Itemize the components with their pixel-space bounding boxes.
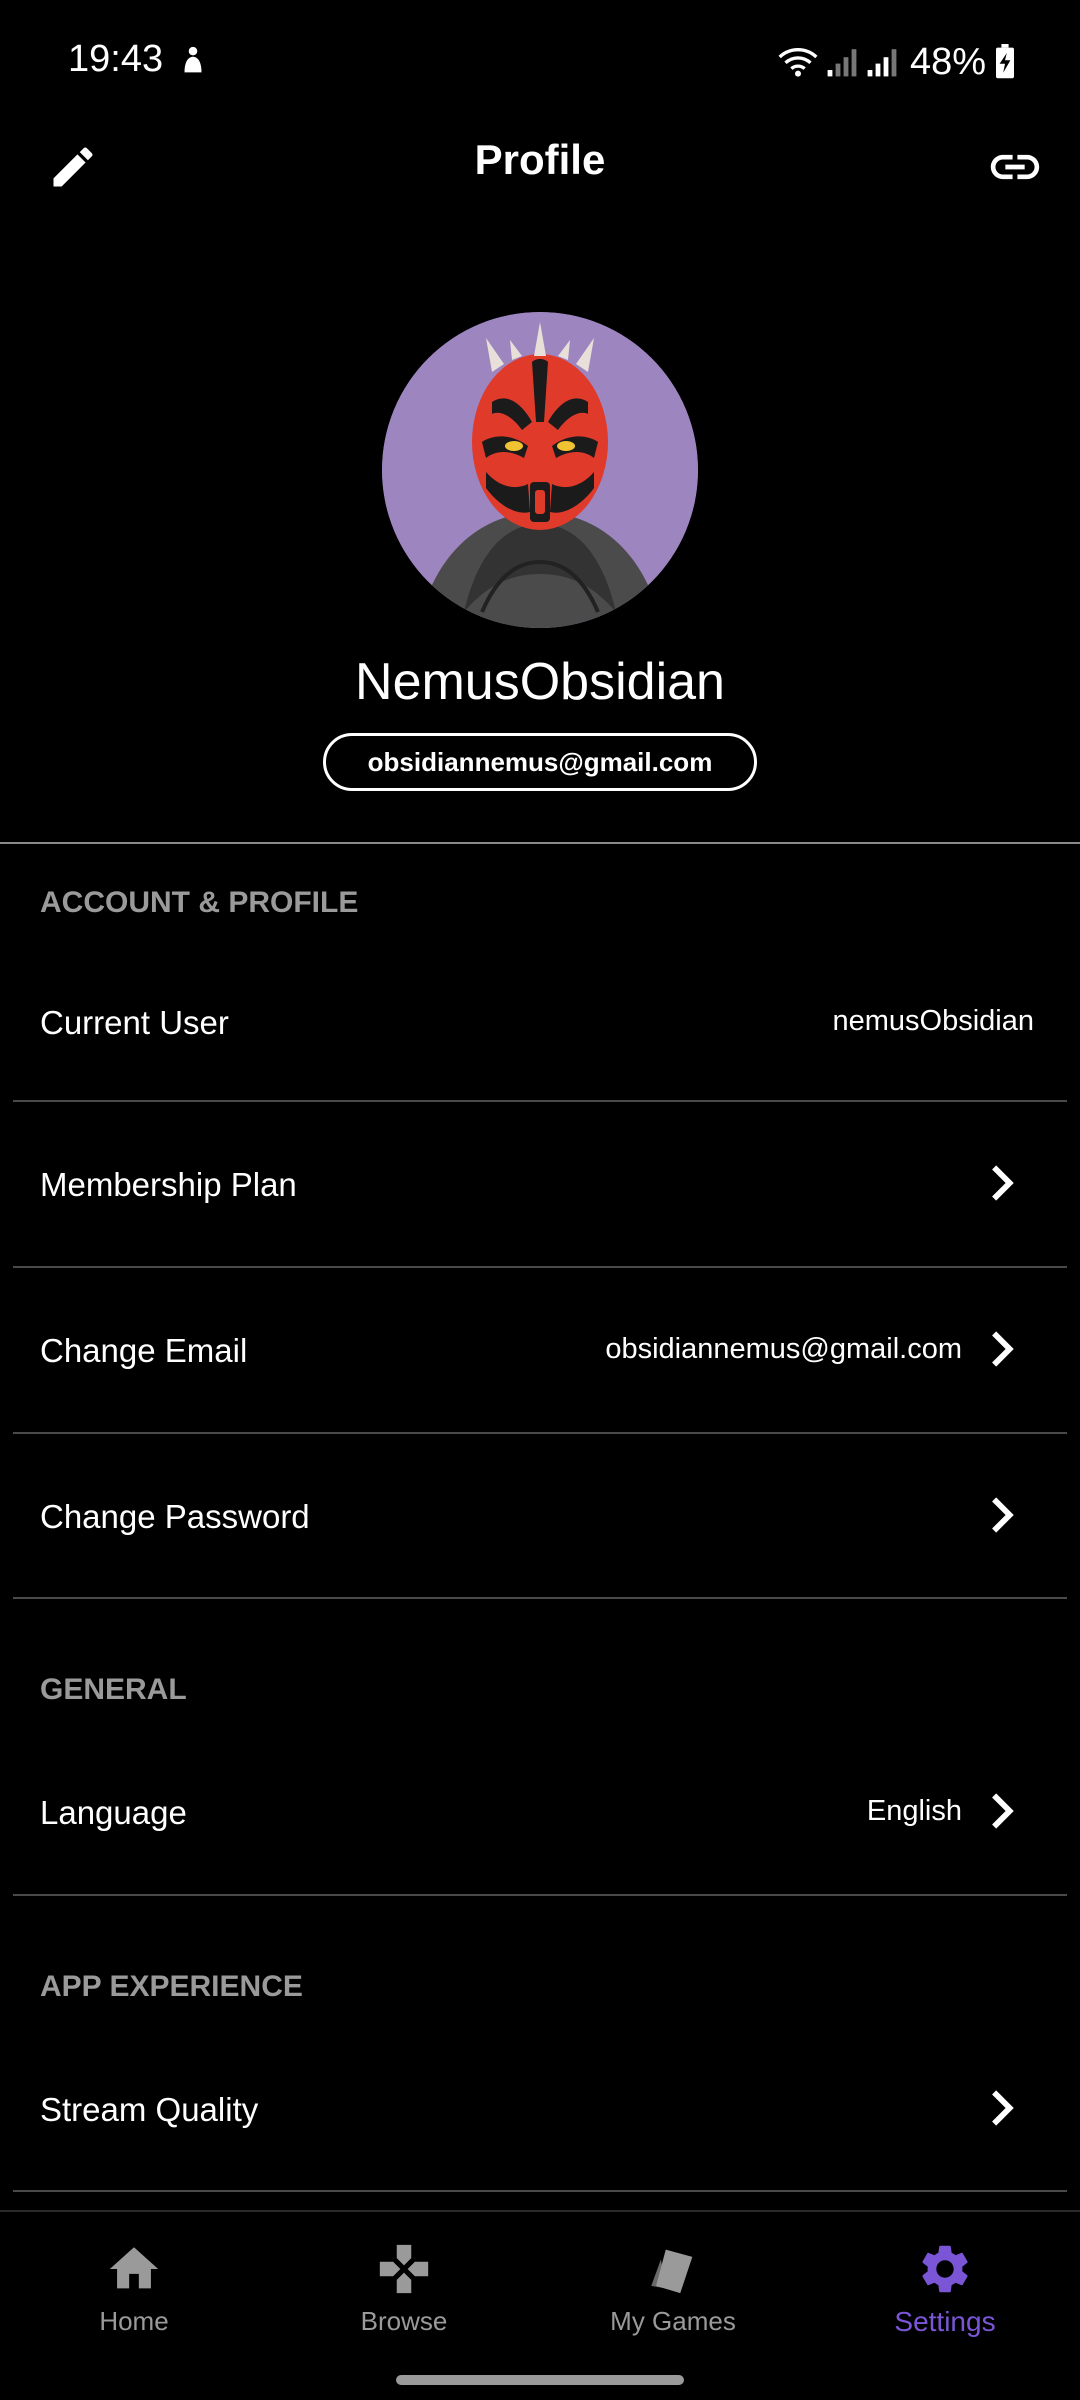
change-password-label: Change Password [40, 1497, 310, 1535]
language-row[interactable]: Language English [0, 1730, 1080, 1895]
language-value: English [866, 1794, 962, 1827]
divider [13, 1894, 1067, 1896]
divider [13, 1597, 1067, 1599]
nav-my-games-label: My Games [610, 2306, 736, 2336]
nav-browse[interactable]: Browse [304, 2240, 504, 2350]
divider [0, 842, 1080, 844]
nav-browse-label: Browse [360, 2306, 448, 2336]
battery-percent: 48% [909, 40, 986, 83]
membership-plan-label: Membership Plan [40, 1165, 297, 1203]
home-indicator[interactable] [396, 2375, 684, 2385]
home-icon [109, 2247, 159, 2289]
section-heading-app-experience: APP EXPERIENCE [40, 1970, 303, 2003]
gear-icon [922, 2245, 968, 2293]
change-password-row[interactable]: Change Password [0, 1434, 1080, 1599]
nav-settings-label: Settings [894, 2306, 996, 2337]
bottom-navigation: Home Browse My Games Settings [0, 2210, 1080, 2400]
nav-home[interactable]: Home [34, 2240, 234, 2350]
avatar[interactable] [382, 312, 698, 628]
chevron-right-icon [992, 1496, 1014, 1533]
current-user-label: Current User [40, 1003, 229, 1041]
membership-plan-row[interactable]: Membership Plan [0, 1102, 1080, 1267]
dnd-icon [184, 46, 202, 73]
top-app-bar: Profile [0, 124, 1080, 264]
avatar-image [382, 312, 698, 628]
status-time: 19:43 [68, 38, 164, 80]
change-email-row[interactable]: Change Email obsidiannemus@gmail.com [0, 1268, 1080, 1433]
cards-icon [651, 2249, 693, 2294]
nav-home-label: Home [99, 2306, 169, 2336]
stream-quality-row[interactable]: Stream Quality [0, 2027, 1080, 2192]
status-icons: 48% [778, 40, 1016, 84]
signal-icon [867, 49, 897, 77]
link-icon [990, 154, 1040, 180]
profile-name: NemusObsidian [355, 653, 725, 711]
battery-charging-icon [996, 44, 1014, 79]
change-email-value: obsidiannemus@gmail.com [605, 1332, 962, 1365]
share-link-button[interactable] [980, 134, 1050, 200]
section-heading-general: GENERAL [40, 1673, 187, 1706]
change-email-label: Change Email [40, 1331, 248, 1369]
chevron-right-icon [992, 1330, 1014, 1367]
current-user-row: Current User nemusObsidian [0, 945, 1080, 1100]
divider [13, 2190, 1067, 2192]
chevron-right-icon [992, 2089, 1014, 2126]
signal-icon [827, 49, 857, 77]
section-heading-account: ACCOUNT & PROFILE [40, 886, 359, 919]
status-bar: 19:43 48% [0, 0, 1080, 124]
page-title: Profile [474, 136, 606, 183]
current-user-value: nemusObsidian [832, 1004, 1035, 1037]
profile-email-badge: obsidiannemus@gmail.com [323, 733, 757, 791]
chevron-right-icon [992, 1164, 1014, 1201]
nav-settings[interactable]: Settings [845, 2240, 1045, 2350]
gamepad-icon [379, 2244, 429, 2294]
chevron-right-icon [992, 1792, 1014, 1829]
wifi-icon [778, 48, 818, 77]
stream-quality-label: Stream Quality [40, 2090, 259, 2128]
nav-my-games[interactable]: My Games [573, 2240, 773, 2350]
language-label: Language [40, 1793, 187, 1831]
